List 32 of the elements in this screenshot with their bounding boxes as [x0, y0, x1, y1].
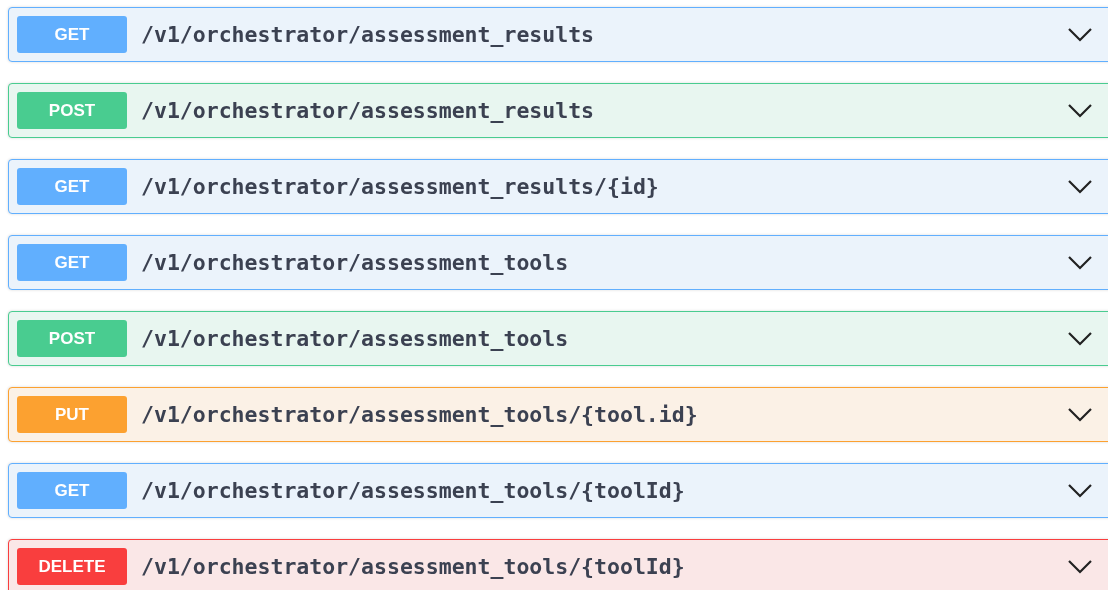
method-badge: POST: [17, 92, 127, 129]
endpoint-path: /v1/orchestrator/assessment_tools/{toolId}: [141, 478, 686, 503]
endpoint-row[interactable]: GET /v1/orchestrator/assessment_tools: [8, 235, 1108, 290]
chevron-down-icon[interactable]: [1068, 483, 1092, 498]
endpoint-path: /v1/orchestrator/assessment_tools: [141, 326, 570, 351]
endpoint-row[interactable]: POST /v1/orchestrator/assessment_tools: [8, 311, 1108, 366]
chevron-down-icon[interactable]: [1068, 407, 1092, 422]
method-badge: DELETE: [17, 548, 127, 585]
endpoint-row[interactable]: POST /v1/orchestrator/assessment_results: [8, 83, 1108, 138]
endpoint-path: /v1/orchestrator/assessment_tools/{tool.id}: [141, 402, 699, 427]
method-badge: POST: [17, 320, 127, 357]
endpoint-row[interactable]: DELETE /v1/orchestrator/assessment_tools/{toolId}: [8, 539, 1108, 590]
method-badge: PUT: [17, 396, 127, 433]
endpoint-row[interactable]: GET /v1/orchestrator/assessment_results/{id}: [8, 159, 1108, 214]
chevron-down-icon[interactable]: [1068, 331, 1092, 346]
endpoint-path: /v1/orchestrator/assessment_tools: [141, 250, 570, 275]
chevron-down-icon[interactable]: [1068, 179, 1092, 194]
endpoint-path: /v1/orchestrator/assessment_results: [141, 98, 596, 123]
method-badge: GET: [17, 244, 127, 281]
method-badge: GET: [17, 16, 127, 53]
endpoint-path: /v1/orchestrator/assessment_tools/{toolId}: [141, 554, 686, 579]
chevron-down-icon[interactable]: [1068, 103, 1092, 118]
chevron-down-icon[interactable]: [1068, 255, 1092, 270]
chevron-down-icon[interactable]: [1068, 27, 1092, 42]
chevron-down-icon[interactable]: [1068, 559, 1092, 574]
method-badge: GET: [17, 472, 127, 509]
endpoint-row[interactable]: PUT /v1/orchestrator/assessment_tools/{tool.id}: [8, 387, 1108, 442]
endpoint-row[interactable]: GET /v1/orchestrator/assessment_tools/{toolId}: [8, 463, 1108, 518]
endpoint-row[interactable]: GET /v1/orchestrator/assessment_results: [8, 7, 1108, 62]
method-badge: GET: [17, 168, 127, 205]
endpoint-path: /v1/orchestrator/assessment_results: [141, 22, 596, 47]
endpoint-path: /v1/orchestrator/assessment_results/{id}: [141, 174, 660, 199]
